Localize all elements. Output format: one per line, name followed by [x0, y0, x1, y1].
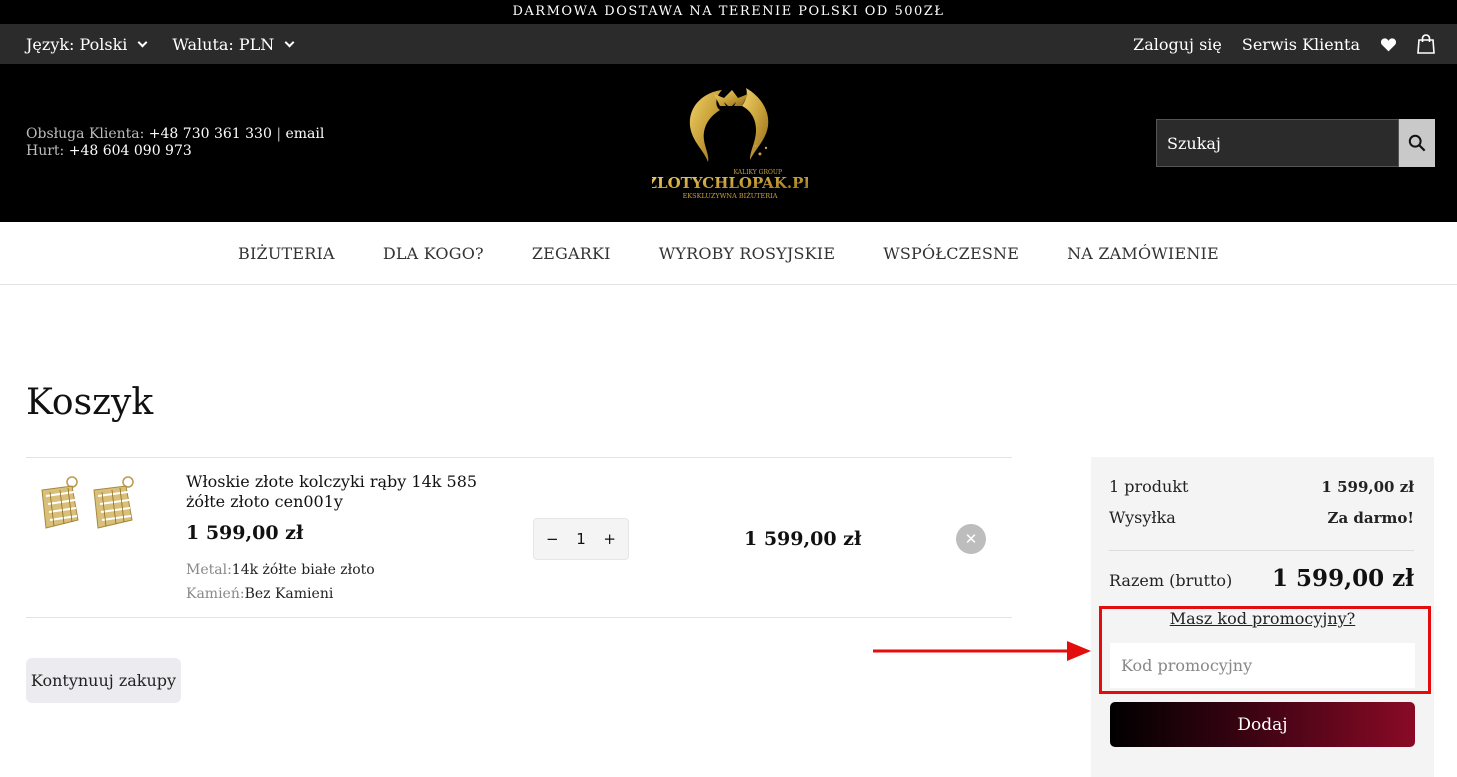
apply-promo-button[interactable]: Dodaj	[1110, 702, 1415, 747]
search-box	[1156, 119, 1435, 167]
site-header: Obsługa Klienta: +48 730 361 330 | email…	[0, 64, 1457, 222]
nav-item-na-zamowienie[interactable]: NA ZAMÓWIENIE	[1067, 244, 1219, 263]
continue-shopping-button[interactable]: Kontynuuj zakupy	[26, 658, 181, 703]
cart-divider-top	[26, 457, 1012, 458]
search-input[interactable]	[1156, 119, 1399, 167]
contact-separator: |	[276, 126, 282, 142]
nav-item-dla-kogo[interactable]: DLA KOGO?	[383, 244, 484, 263]
contact-phone[interactable]: +48 730 361 330	[149, 126, 272, 142]
language-label: Język: Polski	[26, 34, 128, 54]
product-name-link[interactable]: Włoskie złote kolczyki rąby 14k 585 żółt…	[186, 472, 506, 512]
summary-divider	[1109, 550, 1414, 551]
product-unit-price: 1 599,00 zł	[186, 522, 304, 544]
nav-item-wyroby-rosyjskie[interactable]: WYROBY ROSYJSKIE	[659, 244, 836, 263]
total-value: 1 599,00 zł	[1272, 565, 1414, 592]
nav-item-wspolczesne[interactable]: WSPÓŁCZESNE	[883, 244, 1019, 263]
quantity-stepper: − 1 +	[533, 518, 629, 560]
line-total-price: 1 599,00 zł	[744, 528, 862, 550]
shopping-bag-icon[interactable]	[1417, 34, 1435, 54]
decrease-quantity-button[interactable]: −	[546, 530, 559, 548]
product-image[interactable]	[28, 470, 140, 540]
main-navigation: BIŻUTERIA DLA KOGO? ZEGARKI WYROBY ROSYJ…	[0, 222, 1457, 285]
chevron-down-icon	[284, 37, 295, 47]
top-utility-bar: Język: Polski Waluta: PLN Zaloguj się Se…	[0, 24, 1457, 64]
logo-tagline-text: EKSKLUZYWNA BIŻUTERIA	[683, 191, 778, 200]
site-logo[interactable]: KALIKY GROUP ZLOTYCHLOPAK.PL EKSKLUZYWNA…	[646, 84, 814, 204]
metal-value: 14k żółte białe złoto	[231, 562, 375, 578]
shipping-label: Wysyłka	[1109, 508, 1176, 527]
currency-label: Waluta: PLN	[172, 34, 275, 54]
currency-selector[interactable]: Waluta: PLN	[172, 34, 295, 54]
search-button[interactable]	[1399, 119, 1435, 167]
close-icon: ✕	[964, 530, 978, 548]
promo-banner: DARMOWA DOSTAWA NA TERENIE POLSKI OD 500…	[0, 0, 1457, 24]
promo-code-toggle-link[interactable]: Masz kod promocyjny?	[1091, 609, 1434, 628]
heart-icon[interactable]	[1380, 37, 1397, 52]
products-subtotal: 1 599,00 zł	[1321, 478, 1414, 496]
language-selector[interactable]: Język: Polski	[26, 34, 148, 54]
summary-shipping-row: Wysyłka Za darmo!	[1109, 508, 1414, 527]
chevron-down-icon	[137, 37, 148, 47]
contact-info: Obsługa Klienta: +48 730 361 330 | email…	[26, 126, 324, 160]
nav-item-bizuteria[interactable]: BIŻUTERIA	[238, 244, 335, 263]
shipping-value: Za darmo!	[1327, 509, 1414, 527]
promo-banner-text: DARMOWA DOSTAWA NA TERENIE POLSKI OD 500…	[512, 4, 945, 19]
metal-label: Metal:	[186, 562, 232, 578]
stone-value: Bez Kamieni	[244, 586, 334, 602]
total-label: Razem (brutto)	[1109, 571, 1233, 590]
promo-code-input[interactable]	[1110, 643, 1415, 688]
cart-divider-bottom	[26, 617, 1012, 618]
summary-total-row: Razem (brutto) 1 599,00 zł	[1109, 565, 1414, 592]
customer-service-link[interactable]: Serwis Klienta	[1242, 35, 1360, 54]
order-summary-panel: 1 produkt 1 599,00 zł Wysyłka Za darmo! …	[1091, 457, 1434, 777]
product-stone-attribute: Kamień:Bez Kamieni	[186, 586, 333, 602]
stone-label: Kamień:	[186, 586, 245, 602]
logo-brand-text: ZLOTYCHLOPAK.PL	[652, 174, 808, 192]
increase-quantity-button[interactable]: +	[603, 530, 616, 548]
login-link[interactable]: Zaloguj się	[1133, 35, 1222, 54]
remove-item-button[interactable]: ✕	[956, 524, 986, 554]
product-metal-attribute: Metal:14k żółte białe złoto	[186, 562, 375, 578]
summary-products-row: 1 produkt 1 599,00 zł	[1109, 477, 1414, 496]
contact-label: Obsługa Klienta:	[26, 126, 145, 142]
wholesale-label: Hurt:	[26, 143, 65, 159]
wholesale-phone[interactable]: +48 604 090 973	[69, 143, 192, 159]
products-count-label: 1 produkt	[1109, 477, 1189, 496]
search-icon	[1408, 134, 1426, 152]
page-title: Koszyk	[26, 382, 154, 423]
annotation-arrow-icon	[873, 641, 1091, 661]
nav-item-zegarki[interactable]: ZEGARKI	[532, 244, 611, 263]
quantity-value[interactable]: 1	[576, 530, 586, 548]
email-link[interactable]: email	[285, 126, 324, 142]
